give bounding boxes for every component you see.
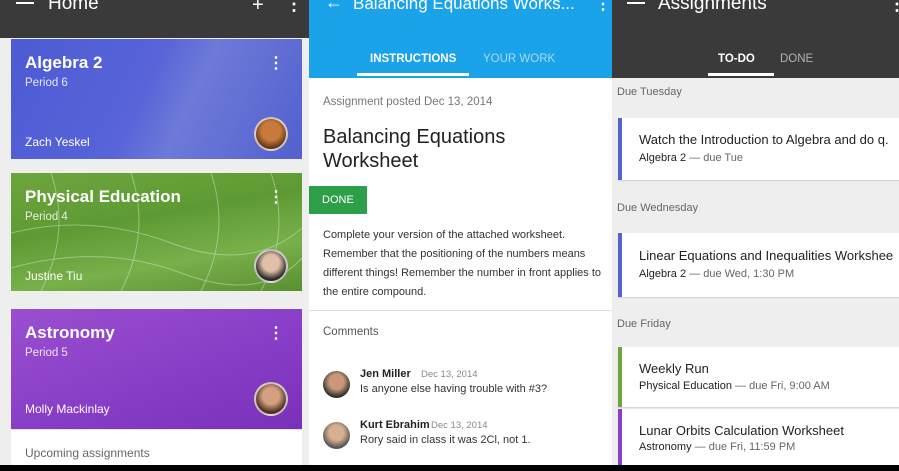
menu-icon[interactable] [627,2,645,4]
class-card-physical-education[interactable]: Physical Education Period 4 ⋮ Justine Ti… [11,173,302,291]
assignment-app-bar: ← Balancing Equations Works... ⋮ INSTRUC… [309,0,612,78]
assignment-item-class: Physical Education [639,380,732,392]
back-arrow-icon[interactable]: ← [325,0,343,13]
teacher-avatar [254,382,288,416]
upcoming-assignments-row[interactable]: Upcoming assignments [11,429,302,465]
assignment-title: Balancing Equations Worksheet [323,126,506,172]
assignment-item-class: Astronomy [639,441,692,453]
home-title: Home [48,0,99,14]
comment-author: Jen Miller [360,368,411,380]
due-group-header: Due Tuesday [617,86,682,98]
upcoming-assignments-label: Upcoming assignments [25,446,150,460]
comment-text: Is anyone else having trouble with #3? [360,383,548,395]
separator: — [689,268,701,280]
teacher-avatar [254,117,288,151]
assignments-title: Assignments [658,0,767,14]
comment-item: Kurt Ebrahim Dec 13, 2014 Rory said in c… [323,419,603,459]
active-tab-indicator [357,73,469,76]
card-menu-icon[interactable]: ⋮ [268,323,284,343]
tab-to-do[interactable]: TO-DO [718,53,755,65]
menu-icon[interactable] [16,2,34,4]
assignment-item-class: Algebra 2 [639,268,687,280]
home-screen: Home + ⋮ Algebra 2 Period 6 ⋮ Zach Yeske… [0,0,309,471]
card-menu-icon[interactable]: ⋮ [268,187,284,207]
class-name: Astronomy [25,323,115,342]
assignment-item-due: due Fri, 11:59 PM [708,441,796,453]
assignments-screen: Assignments ⋮ TO-DO DONE Due Tuesday Wat… [612,0,899,471]
teacher-name: Molly Mackinlay [25,402,110,416]
class-period: Period 6 [25,77,68,89]
comment-date: Dec 13, 2014 [431,420,488,431]
comment-item: Jen Miller Dec 13, 2014 Is anyone else h… [323,368,603,408]
overflow-menu-icon[interactable]: ⋮ [595,0,611,14]
assignment-item[interactable]: Watch the Introduction to Algebra and do… [618,118,899,180]
instructions-text: Complete your version of the attached wo… [323,229,602,298]
due-group-header: Due Friday [617,318,671,330]
assignment-item-title: Weekly Run [639,361,709,376]
due-group-header: Due Wednesday [617,202,699,214]
assignment-item-due: due Tue [703,152,743,164]
assignment-item[interactable]: Weekly Run Physical Education — due Fri,… [618,347,899,407]
assignment-item-title: Linear Equations and Inequalities Worksh… [639,248,894,263]
done-button[interactable]: DONE [309,186,367,214]
teacher-avatar [254,249,288,283]
overflow-menu-icon[interactable]: ⋮ [888,0,899,15]
home-app-bar: Home + ⋮ [0,0,309,38]
assignment-detail-screen: ← Balancing Equations Works... ⋮ INSTRUC… [309,0,612,471]
assignment-item-meta: Astronomy — due Fri, 11:59 PM [639,441,795,453]
assignment-item-title: Watch the Introduction to Algebra and do… [639,132,889,147]
divider [309,310,612,311]
assignment-item[interactable]: Linear Equations and Inequalities Worksh… [618,233,899,297]
assignments-app-bar: Assignments ⋮ TO-DO DONE [612,0,899,78]
separator: — [735,380,747,392]
tab-your-work[interactable]: YOUR WORK [483,53,555,65]
class-card-astronomy[interactable]: Astronomy Period 5 ⋮ Molly Mackinlay [11,309,302,429]
class-card-algebra-2[interactable]: Algebra 2 Period 6 ⋮ Zach Yeskel [11,39,302,159]
teacher-name: Justine Tiu [25,269,83,283]
add-icon[interactable]: + [252,0,264,17]
comments-header: Comments [323,326,379,338]
posted-date: Assignment posted Dec 13, 2014 [323,96,493,108]
card-menu-icon[interactable]: ⋮ [268,53,284,73]
separator: — [689,152,701,164]
tab-done[interactable]: DONE [780,53,813,65]
assignment-item-meta: Algebra 2 — due Wed, 1:30 PM [639,268,794,280]
separator: — [694,441,706,453]
bottom-edge [0,465,899,471]
assignment-item-due: due Wed, 1:30 PM [703,268,795,280]
class-name: Physical Education [25,187,181,206]
class-period: Period 4 [25,211,68,223]
active-tab-indicator [708,73,774,76]
commenter-avatar [323,371,350,398]
comment-author: Kurt Ebrahim [360,419,430,431]
tab-instructions[interactable]: INSTRUCTIONS [370,53,456,65]
comment-text: Rory said in class it was 2Cl, not 1. [360,434,531,446]
teacher-name: Zach Yeskel [25,135,90,149]
assignment-item-meta: Algebra 2 — due Tue [639,152,743,164]
overflow-menu-icon[interactable]: ⋮ [285,0,303,15]
comment-date: Dec 13, 2014 [421,369,478,380]
assignment-item[interactable]: Lunar Orbits Calculation Worksheet Astro… [618,409,899,465]
class-period: Period 5 [25,347,68,359]
assignment-item-due: due Fri, 9:00 AM [749,380,830,392]
assignment-item-meta: Physical Education — due Fri, 9:00 AM [639,380,830,392]
assignment-bar-title: Balancing Equations Works... [353,0,575,13]
assignment-item-class: Algebra 2 [639,152,687,164]
assignment-item-title: Lunar Orbits Calculation Worksheet [639,423,844,438]
commenter-avatar [323,422,350,449]
class-name: Algebra 2 [25,53,103,72]
